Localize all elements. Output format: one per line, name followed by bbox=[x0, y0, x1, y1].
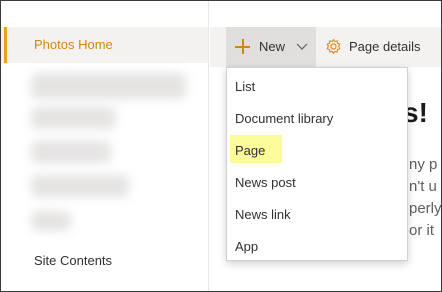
nav-item-blurred[interactable] bbox=[31, 211, 71, 231]
menu-item-list[interactable]: List bbox=[227, 70, 407, 102]
menu-item-label: App bbox=[235, 239, 259, 254]
nav-item-blurred[interactable] bbox=[31, 107, 116, 129]
page-details-button[interactable]: Page details bbox=[349, 39, 421, 54]
menu-item-label: Page bbox=[235, 143, 266, 158]
menu-item-news-link[interactable]: News link bbox=[227, 198, 407, 230]
menu-item-news-post[interactable]: News post bbox=[227, 166, 407, 198]
new-button-label: New bbox=[259, 39, 286, 54]
menu-item-label: List bbox=[235, 79, 256, 94]
plus-icon bbox=[235, 39, 250, 54]
app-window: Photos Home Site Contents s! ny p n't u … bbox=[0, 0, 442, 292]
page-text-fragment: or it bbox=[409, 222, 435, 239]
nav-active-indicator bbox=[4, 27, 7, 63]
new-button[interactable]: New bbox=[226, 27, 316, 67]
menu-item-document-library[interactable]: Document library bbox=[227, 102, 407, 134]
menu-item-app[interactable]: App bbox=[227, 230, 407, 262]
gear-icon[interactable] bbox=[325, 38, 342, 55]
nav-item-site-contents[interactable]: Site Contents bbox=[34, 253, 112, 268]
menu-item-label: Document library bbox=[235, 111, 334, 126]
nav-item-blurred[interactable] bbox=[31, 73, 186, 99]
nav-item-photos-home-label[interactable]: Photos Home bbox=[34, 37, 113, 52]
menu-item-label: News link bbox=[235, 207, 291, 222]
page-text-fragment: ny p bbox=[409, 156, 438, 173]
menu-item-label: News post bbox=[235, 175, 296, 190]
nav-item-blurred[interactable] bbox=[31, 141, 111, 163]
chevron-down-icon bbox=[296, 43, 308, 50]
page-text-fragment: perly bbox=[409, 200, 442, 217]
new-dropdown-menu: List Document library Page News post New… bbox=[226, 67, 408, 261]
menu-item-page[interactable]: Page bbox=[227, 134, 407, 166]
page-text-fragment: n't u bbox=[409, 178, 437, 195]
nav-item-blurred[interactable] bbox=[31, 175, 129, 197]
